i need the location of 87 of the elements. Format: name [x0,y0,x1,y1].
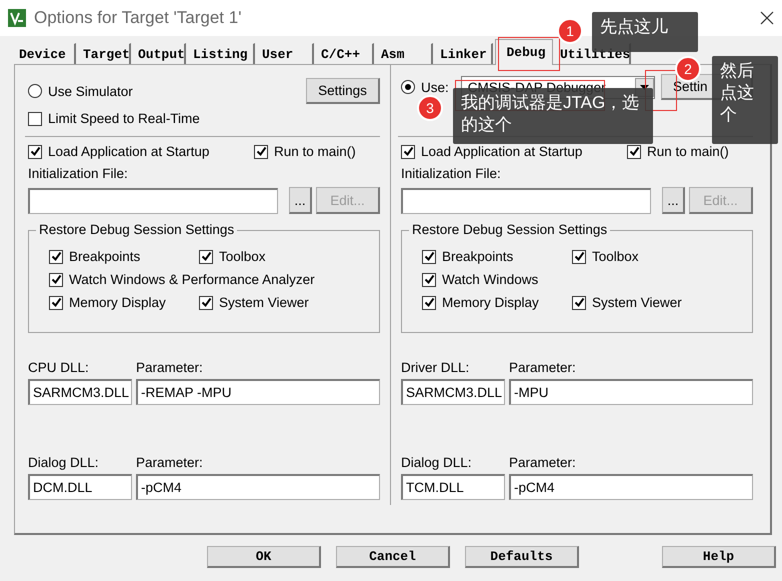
checkbox[interactable] [199,296,213,310]
field-label: Dialog DLL: [28,455,100,470]
annotation-tooltip: 然后点这个 [712,56,778,144]
field-label: Driver DLL: [401,360,470,375]
checkbox-label: Toolbox [219,249,266,264]
checkbox[interactable] [422,250,436,264]
checkbox[interactable] [572,250,586,264]
input-field[interactable]: SARMCM3.DLL [401,379,505,405]
radio-label: Use Simulator [48,84,133,98]
checkbox[interactable] [49,250,63,264]
input-field[interactable]: -REMAP -MPU [136,379,380,405]
annotation-tooltip: 先点这儿 [592,12,698,52]
radio-button[interactable] [401,80,415,94]
field-label: Parameter: [136,455,204,470]
check-icon [256,146,266,157]
browse-button[interactable]: ... [662,187,685,214]
checkbox-label: Breakpoints [442,249,514,264]
input-field[interactable]: -pCM4 [509,474,753,500]
checkbox[interactable] [254,144,268,158]
input-field[interactable]: -pCM4 [136,474,380,500]
input-field[interactable]: -MPU [509,379,753,405]
check-icon [424,251,434,262]
browse-button[interactable]: ... [289,187,312,214]
checkbox-label: Breakpoints [69,249,140,264]
check-icon [424,274,434,285]
checkbox-label: Run to main() [647,144,729,159]
checkbox-label: Limit Speed to Real-Time [48,111,200,126]
radio-button[interactable] [28,84,42,98]
checkbox-label: System Viewer [219,295,309,310]
field-label: Dialog DLL: [401,455,473,470]
input-field[interactable]: TCM.DLL [401,474,505,500]
app-icon [8,9,26,27]
group-title: Restore Debug Session Settings [409,222,610,237]
field-label: Parameter: [136,360,204,375]
checkbox[interactable] [49,296,63,310]
step-number-tooltip: 2 [675,56,701,82]
highlight-frame [498,37,560,71]
checkbox-label: Run to main() [274,144,356,159]
checkbox[interactable] [401,144,415,158]
checkbox-label: System Viewer [592,295,682,310]
check-icon [50,251,62,262]
window-title: Options for Target 'Target 1' [34,8,242,28]
check-icon [200,297,212,308]
checkbox[interactable] [199,250,213,264]
checkbox[interactable] [572,296,586,310]
check-icon [50,297,62,308]
field-label: Parameter: [509,455,577,470]
field-label: Parameter: [509,360,577,375]
settings-button[interactable]: Settings [306,78,380,104]
checkbox[interactable] [28,144,42,158]
step-number-tooltip: 3 [417,95,443,121]
check-icon [574,251,584,262]
checkbox[interactable] [422,272,436,286]
input-field[interactable] [28,188,278,214]
field-label: Initialization File: [28,166,129,181]
input-field[interactable]: DCM.DLL [28,474,132,500]
check-icon [628,146,640,157]
checkbox-label: Load Application at Startup [48,144,210,159]
field-label: Initialization File: [401,166,502,181]
checkbox-label: Load Application at Startup [421,144,582,159]
checkbox-label: Memory Display [69,295,166,310]
dialog-button[interactable]: Defaults [465,546,579,568]
check-icon [574,297,584,308]
checkbox-label: Memory Display [442,295,539,310]
checkbox[interactable] [422,296,436,310]
dialog-button[interactable]: Help [662,546,776,568]
check-icon [402,146,414,157]
checkbox-label: Watch Windows [442,272,538,287]
check-icon [50,274,62,285]
dialog-button[interactable]: OK [207,546,321,568]
close-icon[interactable] [760,11,774,25]
checkbox-label: Toolbox [592,249,639,264]
check-icon [200,251,212,262]
radio-dot-icon [405,84,411,90]
checkbox[interactable] [49,272,63,286]
dialog-button[interactable]: Cancel [336,546,450,568]
checkbox[interactable] [28,112,42,126]
group-title: Restore Debug Session Settings [36,222,238,237]
field-label: CPU DLL: [28,360,90,375]
tab[interactable]: Debug [495,39,553,65]
check-icon [424,297,434,308]
checkbox[interactable] [627,144,641,158]
input-field[interactable] [401,188,651,214]
check-icon [30,146,40,157]
input-field[interactable]: SARMCM3.DLL [28,379,132,405]
checkbox-label: Watch Windows & Performance Analyzer [69,272,315,287]
radio-label: Use: [421,80,449,94]
